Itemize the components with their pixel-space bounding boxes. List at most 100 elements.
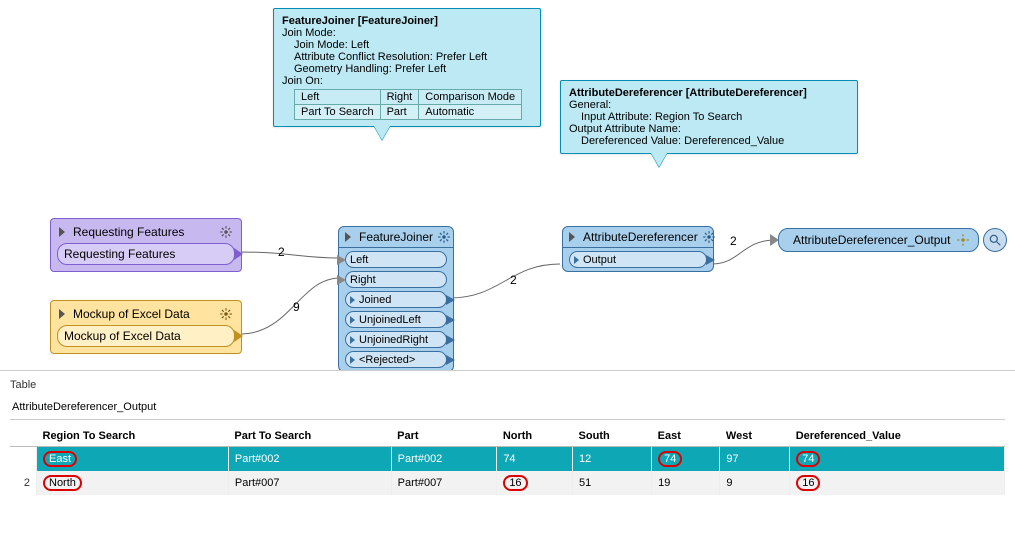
col-part-to-search[interactable]: Part To Search	[228, 426, 391, 447]
cell-east: 19	[652, 471, 720, 495]
port-label: UnjoinedRight	[359, 334, 428, 346]
jtable-header-right: Right	[380, 90, 419, 105]
feature-count: 2	[278, 245, 285, 259]
port-label: <Rejected>	[359, 354, 415, 366]
transformer-title: AttributeDereferencer	[583, 230, 698, 244]
tooltip-section: Output Attribute Name:	[569, 123, 849, 135]
workflow-canvas[interactable]: FeatureJoiner [FeatureJoiner] Join Mode:…	[0, 0, 1015, 360]
port-label: Requesting Features	[64, 247, 175, 261]
tooltip-line: Input Attribute: Region To Search	[581, 111, 849, 123]
source-title: Mockup of Excel Data	[73, 307, 190, 321]
port-label: Left	[350, 254, 368, 266]
col-east[interactable]: East	[652, 426, 720, 447]
cell-dv: 74	[790, 447, 1005, 472]
jtable-cell: Automatic	[419, 105, 522, 120]
cell-west: 9	[720, 471, 790, 495]
port-unjoined-right[interactable]: UnjoinedRight	[345, 331, 447, 348]
highlight-ring: 16	[796, 475, 820, 491]
transformer-title: FeatureJoiner	[359, 230, 433, 244]
jtable-cell: Part To Search	[295, 105, 381, 120]
tooltip-line: Geometry Handling: Prefer Left	[294, 63, 532, 75]
highlight-ring: East	[43, 451, 77, 467]
source-output-port[interactable]: Requesting Features	[57, 243, 235, 265]
col-west[interactable]: West	[720, 426, 790, 447]
port-left[interactable]: Left	[345, 251, 447, 268]
gear-icon[interactable]	[702, 230, 716, 244]
tooltip-title: FeatureJoiner [FeatureJoiner]	[282, 15, 438, 27]
tooltip-attributedereferencer: AttributeDereferencer [AttributeDerefere…	[560, 80, 858, 154]
source-mockup-excel[interactable]: Mockup of Excel Data Mockup of Excel Dat…	[50, 300, 242, 354]
table-name: AttributeDereferencer_Output	[10, 397, 1005, 420]
port-label: UnjoinedLeft	[359, 314, 421, 326]
port-rejected[interactable]: <Rejected>	[345, 351, 447, 368]
tooltip-section: Join Mode:	[282, 27, 532, 39]
cell-north: 74	[497, 447, 573, 472]
tooltip-join-table: Left Right Comparison Mode Part To Searc…	[294, 89, 522, 120]
cell-pts: Part#002	[228, 447, 391, 472]
tooltip-section: General:	[569, 99, 849, 111]
feature-count: 2	[730, 234, 737, 248]
port-joined[interactable]: Joined	[345, 291, 447, 308]
table-row[interactable]: 1 East Part#002 Part#002 74 12 74 97 74	[10, 447, 1005, 472]
gear-icon[interactable]	[956, 233, 970, 247]
port-right[interactable]: Right	[345, 271, 447, 288]
cell-dv: 16	[790, 471, 1005, 495]
row-number: 1	[10, 447, 37, 472]
port-label: Joined	[359, 294, 391, 306]
source-requesting-features[interactable]: Requesting Features Requesting Features	[50, 218, 242, 272]
source-output-port[interactable]: Mockup of Excel Data	[57, 325, 235, 347]
expand-icon[interactable]	[569, 232, 575, 242]
port-output[interactable]: Output	[569, 251, 707, 268]
col-dereferenced-value[interactable]: Dereferenced_Value	[790, 426, 1005, 447]
output-node[interactable]: AttributeDereferencer_Output	[778, 228, 1007, 252]
port-label: Right	[350, 274, 376, 286]
port-label: Output	[583, 254, 616, 266]
col-south[interactable]: South	[573, 426, 652, 447]
col-rownum[interactable]	[10, 426, 37, 447]
data-table-panel: Table AttributeDereferencer_Output Regio…	[0, 370, 1015, 549]
cell-part: Part#002	[391, 447, 497, 472]
gear-icon[interactable]	[437, 230, 451, 244]
tooltip-line: Join Mode: Left	[294, 39, 532, 51]
transformer-attributedereferencer[interactable]: AttributeDereferencer Output	[562, 226, 714, 272]
tooltip-section: Join On:	[282, 75, 532, 87]
gear-icon[interactable]	[219, 307, 233, 321]
expand-icon[interactable]	[59, 227, 65, 237]
table-section-label: Table	[10, 379, 1005, 391]
expand-icon[interactable]	[345, 232, 351, 242]
cell-east: 74	[652, 447, 720, 472]
transformer-featurejoiner[interactable]: FeatureJoiner Left Right Joined Unjoined…	[338, 226, 454, 372]
inspect-icon[interactable]	[983, 228, 1007, 252]
cell-region: North	[37, 471, 229, 495]
cell-pts: Part#007	[228, 471, 391, 495]
tooltip-line: Dereferenced Value: Dereferenced_Value	[581, 135, 849, 147]
source-title: Requesting Features	[73, 225, 184, 239]
tooltip-featurejoiner: FeatureJoiner [FeatureJoiner] Join Mode:…	[273, 8, 541, 127]
cell-north: 16	[497, 471, 573, 495]
highlight-ring: 74	[796, 451, 820, 467]
gear-icon[interactable]	[219, 225, 233, 239]
feature-count: 9	[293, 300, 300, 314]
col-region-to-search[interactable]: Region To Search	[37, 426, 229, 447]
expand-icon[interactable]	[59, 309, 65, 319]
cell-south: 51	[573, 471, 652, 495]
row-number: 2	[10, 471, 37, 495]
port-unjoined-left[interactable]: UnjoinedLeft	[345, 311, 447, 328]
jtable-header-left: Left	[295, 90, 381, 105]
tooltip-title: AttributeDereferencer [AttributeDerefere…	[569, 87, 807, 99]
highlight-ring: North	[43, 475, 82, 491]
highlight-ring: 74	[658, 451, 682, 467]
cell-part: Part#007	[391, 471, 497, 495]
cell-south: 12	[573, 447, 652, 472]
table-row[interactable]: 2 North Part#007 Part#007 16 51 19 9 16	[10, 471, 1005, 495]
output-title: AttributeDereferencer_Output	[793, 233, 950, 247]
data-table[interactable]: Region To Search Part To Search Part Nor…	[10, 426, 1005, 495]
col-part[interactable]: Part	[391, 426, 497, 447]
highlight-ring: 16	[503, 475, 527, 491]
tooltip-line: Attribute Conflict Resolution: Prefer Le…	[294, 51, 532, 63]
port-label: Mockup of Excel Data	[64, 329, 181, 343]
cell-west: 97	[720, 447, 790, 472]
jtable-header-mode: Comparison Mode	[419, 90, 522, 105]
feature-count: 2	[510, 273, 517, 287]
col-north[interactable]: North	[497, 426, 573, 447]
